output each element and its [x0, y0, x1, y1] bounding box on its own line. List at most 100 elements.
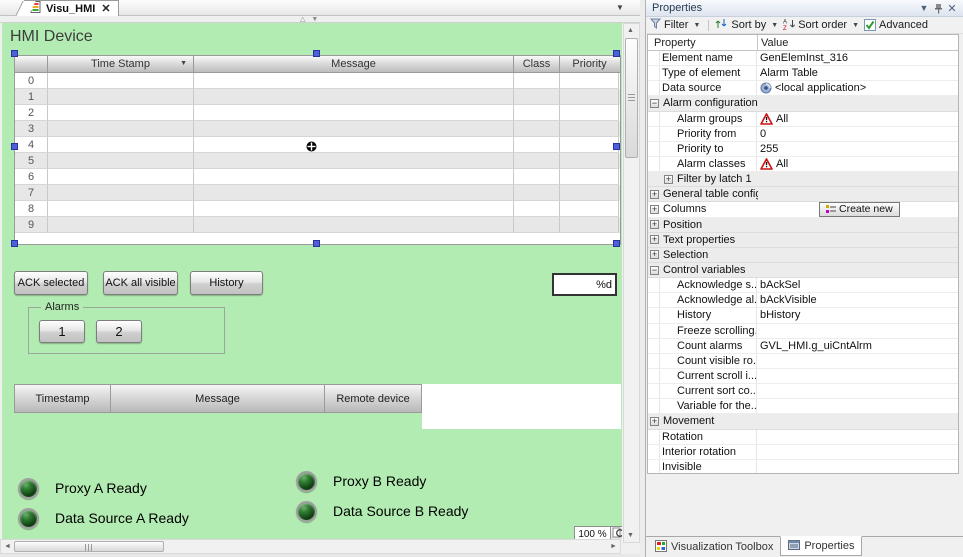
property-value[interactable]: bHistory [760, 309, 800, 321]
property-value-cell[interactable] [757, 354, 958, 368]
filter-dropdown-icon[interactable]: ▼ [693, 22, 700, 29]
expand-toggle-icon[interactable]: + [664, 175, 673, 184]
ack-all-visible-button[interactable]: ACK all visible [103, 271, 178, 295]
property-value-cell[interactable]: <local application> [757, 81, 958, 95]
alarm-table-row[interactable]: 3 [15, 121, 620, 137]
property-section-row[interactable]: +Selection [648, 248, 958, 263]
expand-toggle-icon[interactable]: − [650, 266, 659, 275]
zoom-level-field[interactable]: 100 % [574, 526, 611, 539]
selection-handle-mid-right[interactable] [613, 143, 620, 150]
property-value-cell[interactable]: GenElemInst_316 [757, 51, 958, 65]
value-column-header[interactable]: Value [757, 35, 958, 50]
pin-icon[interactable] [931, 3, 945, 14]
alarm-table-row[interactable]: 6 [15, 169, 620, 185]
property-value-cell[interactable]: All [757, 157, 958, 171]
visualization-canvas[interactable]: HMI Device Time Stamp▼MessageClassPriori… [2, 23, 622, 539]
advanced-checkbox[interactable] [864, 19, 876, 31]
property-value-cell[interactable] [758, 263, 958, 277]
property-row[interactable]: Acknowledge al...bAckVisible [648, 293, 958, 308]
expand-toggle-icon[interactable]: + [650, 250, 659, 259]
zoom-magnifier-button[interactable] [610, 526, 622, 539]
expand-toggle-icon[interactable]: + [650, 205, 659, 214]
count-display-field[interactable]: %d [552, 273, 617, 296]
property-value-cell[interactable] [758, 172, 958, 186]
property-row[interactable]: Priority to255 [648, 142, 958, 157]
expand-toggle-icon[interactable]: + [650, 220, 659, 229]
property-section-row[interactable]: −Alarm configuration [648, 96, 958, 111]
property-row[interactable]: +ColumnsCreate new [648, 202, 958, 217]
alarm-column-header[interactable]: Class [514, 56, 560, 72]
property-value-cell[interactable]: 255 [757, 142, 958, 156]
remote-column-header[interactable]: Timestamp [14, 384, 110, 413]
expand-toggle-icon[interactable]: + [650, 190, 659, 199]
property-section-row[interactable]: +Position [648, 218, 958, 233]
property-row[interactable]: Current scroll i... [648, 369, 958, 384]
property-value-cell[interactable] [758, 218, 958, 232]
property-row[interactable]: Freeze scrolling... [648, 324, 958, 339]
alarm-column-header[interactable]: Message [194, 56, 514, 72]
window-position-icon[interactable]: ▼ [917, 3, 931, 13]
property-value-cell[interactable]: GVL_HMI.g_uiCntAlrm [757, 339, 958, 353]
property-value-cell[interactable]: bAckVisible [757, 293, 958, 307]
advanced-checkbox-label[interactable]: Advanced [879, 19, 928, 31]
property-row[interactable]: Rotation [648, 430, 958, 445]
property-row[interactable]: Priority from0 [648, 127, 958, 142]
tab-visu-hmi[interactable]: Visu_HMI ✕ [24, 0, 119, 16]
property-value-cell[interactable] [757, 430, 958, 444]
property-row[interactable]: Alarm classesAll [648, 157, 958, 172]
property-value-cell[interactable]: Alarm Table [757, 66, 958, 80]
property-value-cell[interactable]: bHistory [757, 308, 958, 322]
selection-handle-top-right[interactable] [613, 50, 620, 57]
selection-handle-bottom-left[interactable] [11, 240, 18, 247]
selection-handle-top-center[interactable] [313, 50, 320, 57]
property-row[interactable]: Interior rotation [648, 445, 958, 460]
vertical-scroll-thumb[interactable] [625, 38, 638, 158]
property-value[interactable]: bAckVisible [760, 294, 817, 306]
close-panel-icon[interactable]: ✕ [945, 2, 959, 15]
alarm-table-row[interactable]: 0 [15, 73, 620, 89]
scroll-right-icon[interactable]: ► [607, 540, 620, 553]
filter-button[interactable]: Filter [664, 19, 688, 31]
tab-properties[interactable]: Properties [780, 536, 862, 556]
alarm-table-row[interactable]: 1 [15, 89, 620, 105]
expand-toggle-icon[interactable]: − [650, 99, 659, 108]
property-value-cell[interactable] [757, 445, 958, 459]
property-value-cell[interactable] [757, 324, 958, 338]
selection-handle-bottom-center[interactable] [313, 240, 320, 247]
close-tab-icon[interactable]: ✕ [101, 2, 110, 15]
alarm-table-row[interactable]: 9 [15, 217, 620, 233]
property-value-cell[interactable] [758, 96, 958, 110]
history-button[interactable]: History [190, 271, 263, 295]
alarm-table[interactable]: Time Stamp▼MessageClassPriority 01234567… [14, 55, 621, 245]
property-row[interactable]: Element nameGenElemInst_316 [648, 51, 958, 66]
property-section-row[interactable]: +General table config... [648, 187, 958, 202]
selection-handle-top-left[interactable] [11, 50, 18, 57]
property-value-cell[interactable] [757, 460, 958, 474]
expand-toggle-icon[interactable]: + [650, 235, 659, 244]
scroll-down-icon[interactable]: ▼ [624, 529, 637, 542]
property-value[interactable]: GenElemInst_316 [760, 52, 848, 64]
property-value-cell[interactable] [758, 233, 958, 247]
alarm-table-row[interactable]: 2 [15, 105, 620, 121]
sort-order-dropdown-icon[interactable]: ▼ [852, 22, 859, 29]
selection-handle-mid-left[interactable] [11, 143, 18, 150]
tab-visualization-toolbox[interactable]: Visualization Toolbox [648, 537, 780, 557]
remote-column-header[interactable]: Message [110, 384, 324, 413]
alarm-page-1-button[interactable]: 1 [39, 320, 85, 343]
property-value-cell[interactable]: All [757, 112, 958, 126]
remote-column-header[interactable]: Remote device [324, 384, 422, 413]
property-row[interactable]: Data source<local application> [648, 81, 958, 96]
property-row[interactable]: Count visible ro... [648, 354, 958, 369]
property-value[interactable]: Alarm Table [760, 67, 818, 79]
property-value[interactable]: All [776, 158, 788, 170]
alarm-table-row[interactable]: 8 [15, 201, 620, 217]
alarm-table-row[interactable]: 4 [15, 137, 620, 153]
property-value-cell[interactable]: 0 [757, 127, 958, 141]
property-section-row[interactable]: −Control variables [648, 263, 958, 278]
splitter-arrows-icon[interactable]: △▼ [300, 15, 324, 23]
property-row[interactable]: Acknowledge s...bAckSel [648, 278, 958, 293]
horizontal-scroll-thumb[interactable] [14, 541, 164, 552]
property-row[interactable]: Count alarmsGVL_HMI.g_uiCntAlrm [648, 339, 958, 354]
property-value-cell[interactable] [757, 384, 958, 398]
alarm-table-row[interactable]: 5 [15, 153, 620, 169]
